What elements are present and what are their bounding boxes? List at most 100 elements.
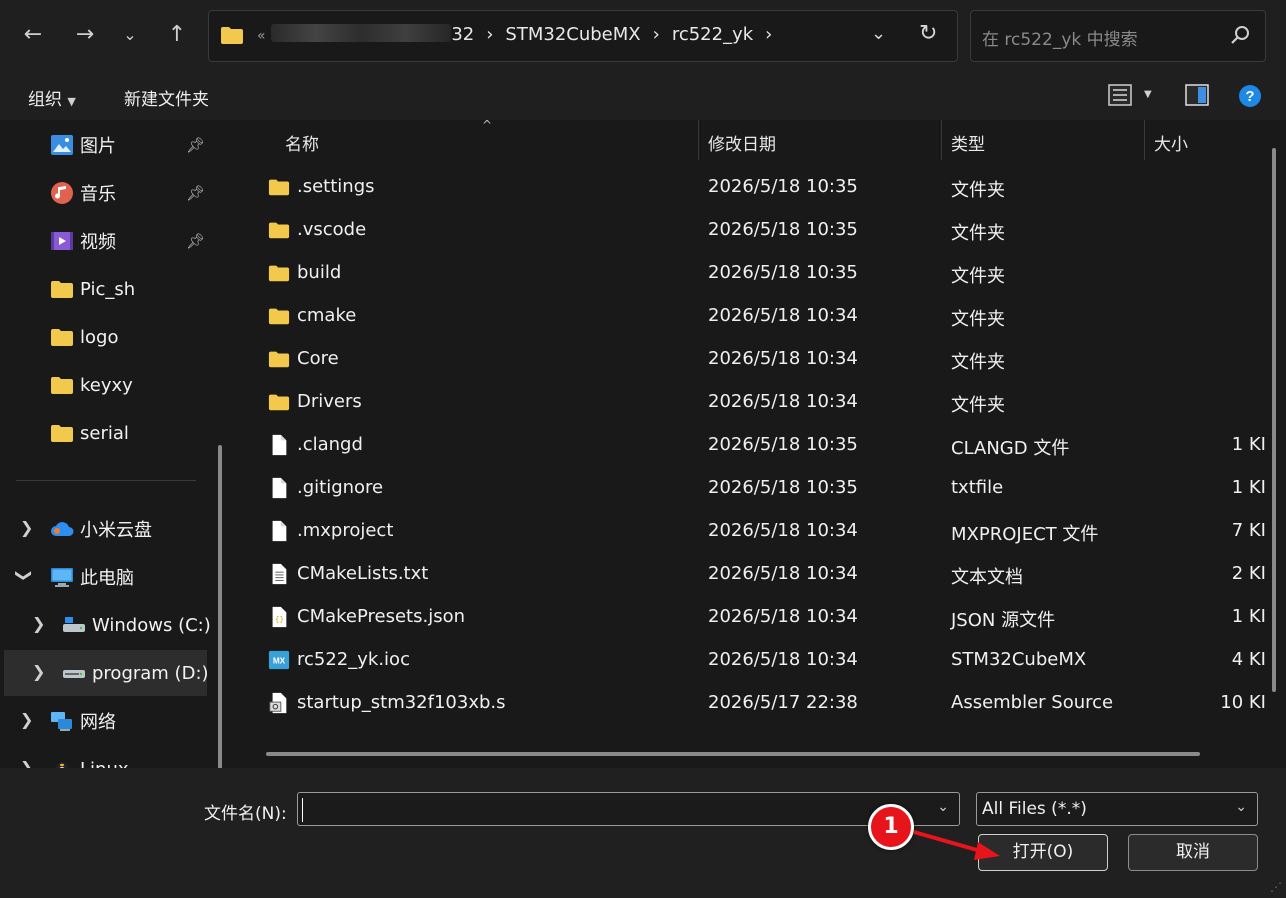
nav-item-xiaomi-cloud[interactable]: 小米云盘	[50, 509, 152, 549]
folder-icon	[51, 377, 73, 394]
nav-item-network[interactable]: 网络	[50, 701, 116, 741]
chevron-right-icon[interactable]: ❯	[32, 614, 45, 633]
file-type: 文件夹	[951, 309, 1005, 330]
videos-icon	[51, 232, 73, 250]
filename-input[interactable]: ⌄	[297, 792, 960, 826]
command-bar: 组织 ▼ 新建文件夹 ▼ ?	[0, 72, 1286, 120]
annotation-step-badge: 1	[868, 804, 914, 850]
nav-label: 小米云盘	[80, 520, 152, 541]
column-divider[interactable]	[1144, 120, 1145, 160]
nav-item-windows-c[interactable]: Windows (C:)	[62, 605, 211, 645]
breadcrumb-item[interactable]: rc522_yk	[672, 24, 753, 45]
organize-menu[interactable]: 组织 ▼	[28, 85, 76, 110]
nav-item-this-pc[interactable]: 此电脑	[50, 557, 134, 597]
nav-item-pictures[interactable]: 图片	[50, 125, 116, 165]
file-row[interactable]: .gitignore 2026/5/18 10:35 txtfile 1 KI	[238, 467, 1278, 510]
refresh-icon[interactable]: ↻	[919, 21, 937, 46]
address-bar[interactable]: « 32 › STM32CubeMX › rc522_yk › ⌄ ↻	[208, 10, 958, 62]
breadcrumb-separator[interactable]: ›	[653, 24, 660, 45]
file-type: 文本文档	[951, 567, 1023, 588]
text-caret	[302, 798, 303, 822]
search-icon[interactable]	[1229, 24, 1251, 46]
view-options-icon[interactable]	[1108, 84, 1132, 106]
folder-icon	[268, 265, 290, 282]
file-name: CMakeLists.txt	[297, 563, 429, 584]
column-divider[interactable]	[698, 120, 699, 160]
chevron-right-icon[interactable]: ❯	[32, 662, 45, 681]
file-icon	[272, 520, 287, 542]
file-row[interactable]: CMakeLists.txt 2026/5/18 10:34 文本文档 2 KI	[238, 553, 1278, 596]
nav-item-logo[interactable]: logo	[50, 317, 118, 357]
file-row[interactable]: build 2026/5/18 10:35 文件夹	[238, 252, 1278, 295]
nav-item-linux[interactable]: Linux	[50, 749, 129, 768]
file-type: CLANGD 文件	[951, 438, 1070, 459]
chevron-right-icon[interactable]: ❯	[20, 518, 33, 537]
search-box[interactable]: 在 rc522_yk 中搜索	[970, 10, 1266, 62]
vertical-scrollbar[interactable]	[1272, 148, 1276, 692]
address-dropdown-icon[interactable]: ⌄	[871, 23, 886, 44]
file-row[interactable]: .mxproject 2026/5/18 10:34 MXPROJECT 文件 7 K…	[238, 510, 1278, 553]
column-header-size[interactable]: 大小	[1154, 130, 1188, 155]
nav-item-music[interactable]: 音乐	[50, 173, 116, 213]
nav-scrollbar[interactable]	[218, 445, 222, 768]
horizontal-scrollbar[interactable]	[266, 752, 1200, 756]
file-row[interactable]: .clangd 2026/5/18 10:35 CLANGD 文件 1 KI	[238, 424, 1278, 467]
breadcrumb-separator[interactable]: ›	[765, 24, 772, 45]
breadcrumb-item[interactable]: STM32CubeMX	[505, 24, 640, 45]
help-icon[interactable]: ?	[1238, 84, 1262, 108]
file-row[interactable]: {} CMakePresets.json 2026/5/18 10:34 JSON 源…	[238, 596, 1278, 639]
pin-icon[interactable]: 📌︎	[186, 232, 205, 250]
cancel-button[interactable]: 取消	[1128, 834, 1258, 871]
drive-icon	[63, 617, 85, 632]
file-row[interactable]: .settings 2026/5/18 10:35 文件夹	[238, 166, 1278, 209]
file-name: .settings	[297, 176, 375, 197]
chevron-down-icon[interactable]: ❯	[15, 569, 34, 582]
file-name: CMakePresets.json	[297, 606, 466, 627]
nav-item-program-d[interactable]: program (D:)	[62, 653, 209, 693]
file-row[interactable]: Drivers 2026/5/18 10:34 文件夹	[238, 381, 1278, 424]
file-row[interactable]: MX rc522_yk.ioc 2026/5/18 10:34 STM32CubeMX…	[238, 639, 1278, 682]
file-size: 7 KI	[1231, 520, 1266, 541]
resize-grip-icon[interactable]: ⋰	[1270, 880, 1282, 894]
chevron-down-icon[interactable]: ⌄	[937, 799, 949, 815]
column-header-modified[interactable]: 修改日期	[708, 130, 776, 155]
column-header-type[interactable]: 类型	[951, 130, 985, 155]
column-divider[interactable]	[941, 120, 942, 160]
up-arrow-icon[interactable]: ↑	[160, 18, 194, 52]
file-row[interactable]: .vscode 2026/5/18 10:35 文件夹	[238, 209, 1278, 252]
forward-arrow-icon[interactable]: →	[68, 18, 102, 52]
file-modified: 2026/5/18 10:34	[708, 305, 858, 326]
pin-icon[interactable]: 📌︎	[186, 184, 205, 202]
view-dropdown-icon[interactable]: ▼	[1144, 89, 1152, 100]
file-row[interactable]: startup_stm32f103xb.s 2026/5/17 22:38 Asse…	[238, 682, 1278, 725]
recent-locations-chevron-icon[interactable]: ⌄	[113, 18, 147, 52]
chevron-right-icon[interactable]: ❯	[20, 758, 33, 768]
file-modified: 2026/5/18 10:35	[708, 477, 858, 498]
folder-icon	[268, 179, 290, 196]
back-arrow-icon[interactable]: ←	[16, 18, 50, 52]
nav-label: program (D:)	[92, 662, 209, 684]
column-header-name[interactable]: 名称	[285, 130, 319, 155]
sort-ascending-icon: ^	[482, 120, 493, 132]
file-row[interactable]: cmake 2026/5/18 10:34 文件夹	[238, 295, 1278, 338]
nav-label: serial	[80, 422, 129, 444]
breadcrumb-prefix: «	[257, 28, 266, 44]
asm-file-icon	[269, 692, 287, 714]
nav-label: 视频	[80, 232, 116, 253]
chevron-right-icon[interactable]: ❯	[20, 710, 33, 729]
nav-item-serial[interactable]: serial	[50, 413, 129, 453]
file-type-filter[interactable]: All Files (*.*) ⌄	[976, 792, 1258, 826]
file-row[interactable]: Core 2026/5/18 10:34 文件夹	[238, 338, 1278, 381]
file-modified: 2026/5/18 10:34	[708, 348, 858, 369]
breadcrumb-separator[interactable]: ›	[486, 24, 493, 45]
nav-item-keyxy[interactable]: keyxy	[50, 365, 133, 405]
annotation-arrow-icon	[913, 830, 1000, 860]
breadcrumb-item[interactable]: 32	[451, 24, 474, 45]
new-folder-button[interactable]: 新建文件夹	[124, 85, 209, 110]
preview-pane-icon[interactable]	[1185, 84, 1209, 106]
linux-icon	[55, 762, 69, 768]
nav-item-videos[interactable]: 视频	[50, 221, 116, 261]
folder-icon	[268, 222, 290, 239]
nav-item-pic-sh[interactable]: Pic_sh	[50, 269, 135, 309]
pin-icon[interactable]: 📌︎	[186, 136, 205, 154]
